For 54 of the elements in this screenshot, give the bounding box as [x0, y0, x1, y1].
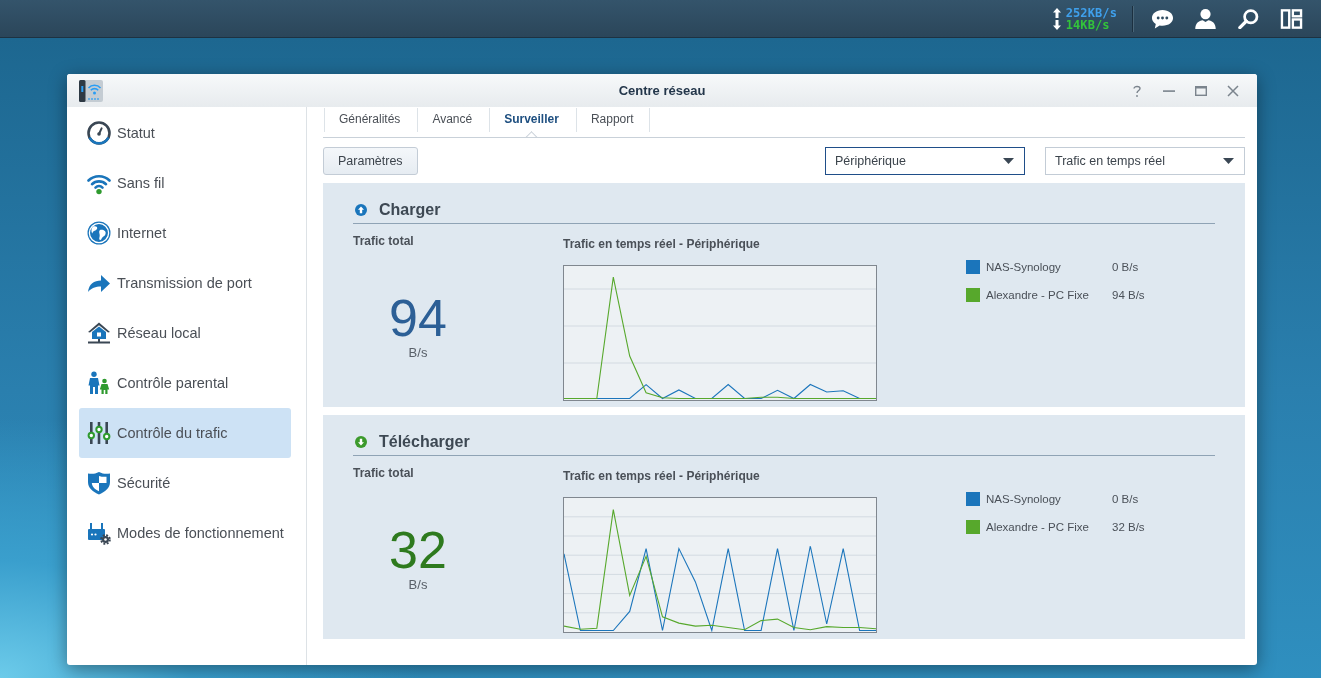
shield-icon: [87, 471, 111, 495]
download-rate: 14KB/s: [1065, 18, 1110, 31]
gauge-icon: [87, 121, 111, 145]
sidebar-item[interactable]: Contrôle parental: [79, 358, 291, 408]
arrow-up-circle-icon: [355, 203, 367, 216]
sidebar-item[interactable]: Modes de fonctionnement: [79, 508, 291, 558]
legend-name: NAS-Synology: [986, 261, 1062, 273]
sidebar-item[interactable]: Contrôle du trafic: [79, 408, 291, 458]
sidebar-item[interactable]: Statut: [79, 108, 291, 158]
legend-value: 32 B/s: [1112, 521, 1145, 533]
people-icon: [87, 371, 111, 395]
user-icon[interactable]: [1194, 8, 1217, 29]
globe-icon: [87, 221, 111, 245]
total-value: 32: [388, 524, 448, 576]
arrow-down-circle-icon: [355, 435, 367, 448]
sidebar-item[interactable]: Transmission de port: [79, 258, 291, 308]
legend-name: Alexandre - PC Fixe: [986, 289, 1090, 301]
sidebar-item[interactable]: Internet: [79, 208, 291, 258]
sliders-icon: [87, 421, 111, 445]
arrow-down-icon: [1052, 19, 1061, 30]
total-unit: B/s: [407, 345, 429, 361]
layout-icon[interactable]: [1280, 8, 1303, 29]
router-gear-icon: [87, 521, 111, 545]
chart-title: Trafic en temps réel - Périphérique: [563, 237, 760, 251]
settings-button[interactable]: Paramètres: [323, 147, 418, 175]
total-label: Trafic total: [353, 466, 414, 480]
arrow-up-icon: [1052, 7, 1061, 18]
legend-value: 0 B/s: [1112, 261, 1139, 273]
upload-rate: 252KB/s: [1065, 6, 1117, 19]
close-icon[interactable]: [1227, 84, 1239, 97]
caret-icon: [1003, 158, 1014, 164]
section-title: Télécharger: [379, 432, 470, 451]
maximize-icon[interactable]: [1195, 84, 1207, 97]
help-icon[interactable]: [1131, 84, 1143, 97]
chart-title: Trafic en temps réel - Périphérique: [563, 469, 760, 483]
total-value: 94: [388, 292, 448, 344]
sidebar-item[interactable]: Réseau local: [79, 308, 291, 358]
house-icon: [87, 321, 111, 345]
sidebar-item[interactable]: Sécurité: [79, 458, 291, 508]
dropdown[interactable]: Trafic en temps réel: [1045, 147, 1245, 175]
speech-bubble-icon[interactable]: [1151, 8, 1174, 29]
section-title: Charger: [379, 200, 441, 219]
wifi-device-icon: [79, 79, 103, 102]
legend-name: NAS-Synology: [986, 493, 1062, 505]
window-title: Centre réseau: [618, 83, 706, 98]
sidebar-item[interactable]: Sans fil: [79, 158, 291, 208]
search-icon[interactable]: [1237, 8, 1260, 29]
legend-value: 0 B/s: [1112, 493, 1139, 505]
dropdown[interactable]: Périphérique: [825, 147, 1025, 175]
caret-icon: [1223, 158, 1234, 164]
legend-name: Alexandre - PC Fixe: [986, 521, 1090, 533]
legend-value: 94 B/s: [1112, 289, 1145, 301]
total-unit: B/s: [407, 577, 429, 593]
total-label: Trafic total: [353, 234, 414, 248]
